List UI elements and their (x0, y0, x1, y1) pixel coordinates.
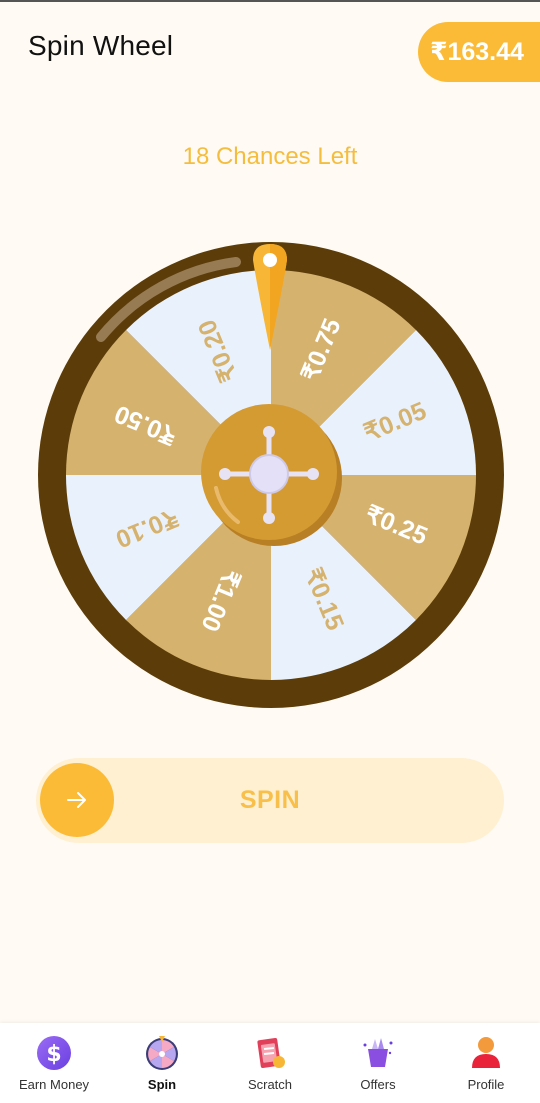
bottom-navigation: $ Earn Money Spin Scratch Offers Profile (0, 1023, 540, 1103)
page-title: Spin Wheel (28, 30, 174, 61)
arrow-right-icon (67, 792, 86, 808)
dollar-coin-icon: $ (37, 1036, 71, 1070)
user-icon (472, 1037, 500, 1068)
nav-label: Profile (467, 1077, 505, 1092)
svg-text:$: $ (46, 1042, 61, 1067)
nav-label: Scratch (247, 1077, 293, 1092)
balance-badge[interactable]: ₹163.44 (418, 22, 540, 82)
nav-label: Offers (360, 1077, 396, 1092)
nav-item-spin[interactable]: Spin (108, 1023, 216, 1103)
scratch-card-icon (257, 1038, 285, 1068)
spin-wheel[interactable]: ₹0.75 ₹0.05 ₹0.25 ₹0.15 ₹1.00 ₹0.10 ₹0.50 ₹0.20 (36, 240, 506, 710)
nav-item-offers[interactable]: Offers (324, 1023, 432, 1103)
spin-button[interactable] (40, 763, 114, 837)
spin-slider[interactable]: SPIN (36, 758, 504, 843)
nav-label: Spin (147, 1077, 177, 1092)
status-divider (0, 0, 540, 2)
wheel-icon (146, 1036, 178, 1070)
nav-item-scratch[interactable]: Scratch (216, 1023, 324, 1103)
gift-icon (363, 1038, 393, 1067)
nav-label: Earn Money (18, 1077, 90, 1092)
chances-left-text: 18 Chances Left (182, 143, 358, 170)
nav-item-profile[interactable]: Profile (432, 1023, 540, 1103)
nav-item-earn-money[interactable]: $ Earn Money (0, 1023, 108, 1103)
wheel-graphic: ₹0.75₹0.05₹0.25₹0.15₹1.00₹0.10₹0.50₹0.20 (38, 242, 504, 708)
spin-wheel-screen: Spin Wheel ₹163.44 18 Chances Left ₹0.75… (0, 0, 540, 1103)
